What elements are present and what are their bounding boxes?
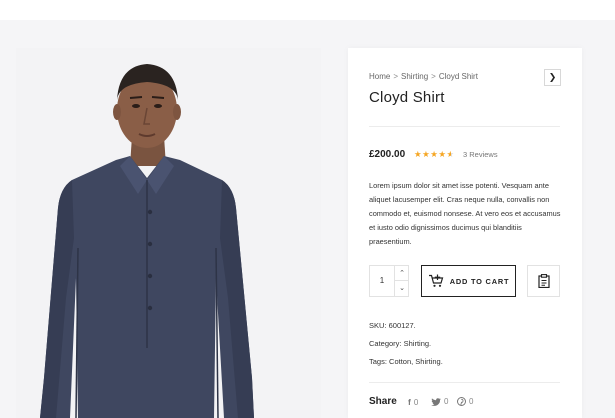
tags-label: Tags: [369,357,387,366]
breadcrumb: Home > Shirting > Cloyd Shirt [369,72,478,81]
sku-value: 600127. [388,321,416,330]
breadcrumb-separator: > [431,72,436,81]
breadcrumb-separator: > [393,72,399,81]
pinterest-icon [457,397,466,406]
category-row: Category: Shirting. [369,339,431,348]
star-half-icon: ★ [446,149,455,159]
category-label: Category: [369,339,402,348]
share-facebook[interactable]: f 0 [408,397,418,407]
wishlist-button[interactable] [527,265,560,297]
quantity-increase-button[interactable]: ⌃ [394,266,409,281]
chevron-right-icon: ❯ [548,72,557,82]
add-to-cart-label: ADD TO CART [449,276,510,286]
share-pinterest[interactable]: 0 [457,397,473,406]
sku-label: SKU: [369,321,387,330]
cart-plus-icon [428,274,444,287]
chevron-down-icon: ⌄ [399,285,405,292]
star-icon: ★ [438,149,447,159]
product-price: £200.00 [369,149,406,160]
breadcrumb-current: Cloyd Shirt [438,72,478,81]
review-count-link[interactable]: 3 Reviews [463,150,498,159]
product-info-card: Home > Shirting > Cloyd Shirt ❯ Cloyd Shirt … [348,48,582,418]
quantity-decrease-button[interactable]: ⌄ [394,281,409,296]
tags-row: Tags: Cotton, Shirting. [369,357,443,366]
product-title: Cloyd Shirt [369,89,445,106]
divider [369,382,560,383]
facebook-count: 0 [413,397,419,407]
next-product-button[interactable]: ❯ [544,69,561,86]
twitter-count: 0 [444,397,449,406]
breadcrumb-home[interactable]: Home [369,72,390,81]
share-twitter[interactable]: 0 [431,397,448,406]
rating-stars[interactable]: ★★★★★ [414,149,455,160]
share-label: Share [369,396,397,407]
top-bar [0,0,615,20]
product-description: Lorem ipsum dolor sit amet isse potenti.… [369,181,561,246]
pinterest-count: 0 [469,397,474,406]
clipboard-icon [537,274,550,288]
breadcrumb-shirting[interactable]: Shirting [401,72,428,81]
divider [369,126,560,127]
sku-row: SKU: 600127. [369,321,416,330]
product-image[interactable] [16,48,321,418]
category-link[interactable]: Shirting. [404,339,432,348]
quantity-input[interactable]: 1 [370,266,394,296]
model-wearing-shirt-illustration [40,64,254,418]
facebook-icon: f [408,397,411,407]
quantity-stepper[interactable]: 1 ⌃ ⌄ [369,265,409,297]
tags-links[interactable]: Cotton, Shirting. [389,357,443,366]
chevron-up-icon: ⌃ [399,270,405,277]
star-icon: ★ [414,149,423,159]
twitter-icon [431,397,441,406]
add-to-cart-button[interactable]: ADD TO CART [421,265,516,297]
